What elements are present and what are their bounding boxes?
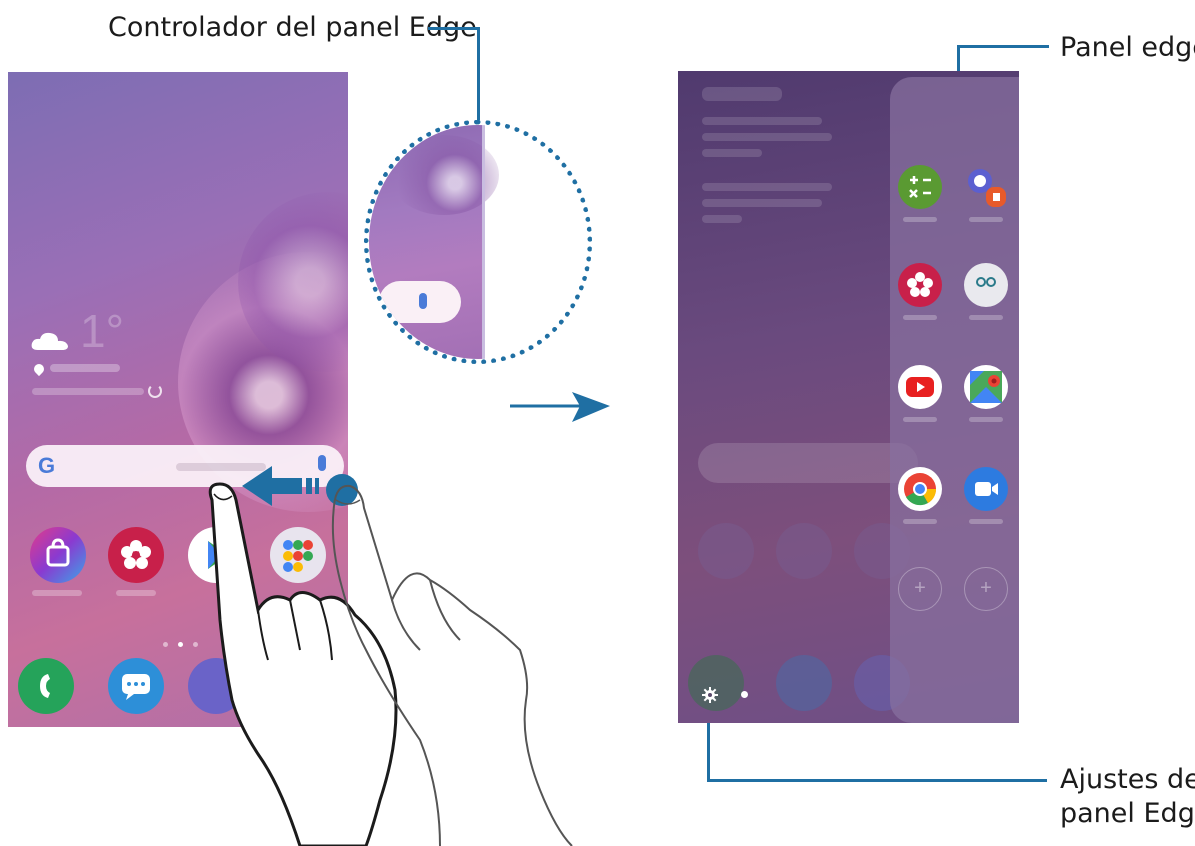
blurred-text bbox=[702, 117, 822, 125]
blurred-search bbox=[698, 443, 918, 483]
app-label-blur bbox=[969, 315, 1003, 320]
youtube-icon[interactable] bbox=[898, 365, 942, 409]
edge-panel-screen: + + bbox=[678, 71, 1019, 723]
chrome-icon[interactable] bbox=[898, 467, 942, 511]
app-label-blur bbox=[969, 519, 1003, 524]
internet-notes-icon[interactable] bbox=[964, 165, 1008, 209]
app-label-blur bbox=[903, 519, 937, 524]
apps-edge-panel[interactable]: + + bbox=[890, 77, 1019, 723]
app-label-blur bbox=[969, 217, 1003, 222]
video-icon[interactable] bbox=[964, 467, 1008, 511]
app-label-blur bbox=[903, 217, 937, 222]
app-label-blur bbox=[903, 417, 937, 422]
blurred-text bbox=[702, 133, 832, 141]
gear-icon[interactable] bbox=[702, 687, 718, 703]
swipe-left-arrow bbox=[242, 466, 319, 506]
blurred-dock-app bbox=[776, 655, 832, 711]
add-app-button[interactable]: + bbox=[898, 567, 942, 611]
blurred-app bbox=[698, 523, 754, 579]
bixby-icon[interactable] bbox=[964, 263, 1008, 307]
maps-icon[interactable] bbox=[964, 365, 1008, 409]
add-app-button[interactable]: + bbox=[964, 567, 1008, 611]
gallery-icon[interactable] bbox=[898, 263, 942, 307]
page-dot bbox=[741, 691, 748, 698]
calculator-icon[interactable] bbox=[898, 165, 942, 209]
blurred-text bbox=[702, 183, 832, 191]
blurred-title bbox=[702, 87, 782, 101]
blurred-text bbox=[702, 199, 822, 207]
blurred-app bbox=[776, 523, 832, 579]
blurred-text bbox=[702, 149, 762, 157]
front-hand-icon bbox=[208, 482, 398, 846]
app-label-blur bbox=[903, 315, 937, 320]
transition-arrow-icon bbox=[510, 392, 610, 422]
blurred-text bbox=[702, 215, 742, 223]
app-label-blur bbox=[969, 417, 1003, 422]
touch-point bbox=[326, 474, 358, 506]
